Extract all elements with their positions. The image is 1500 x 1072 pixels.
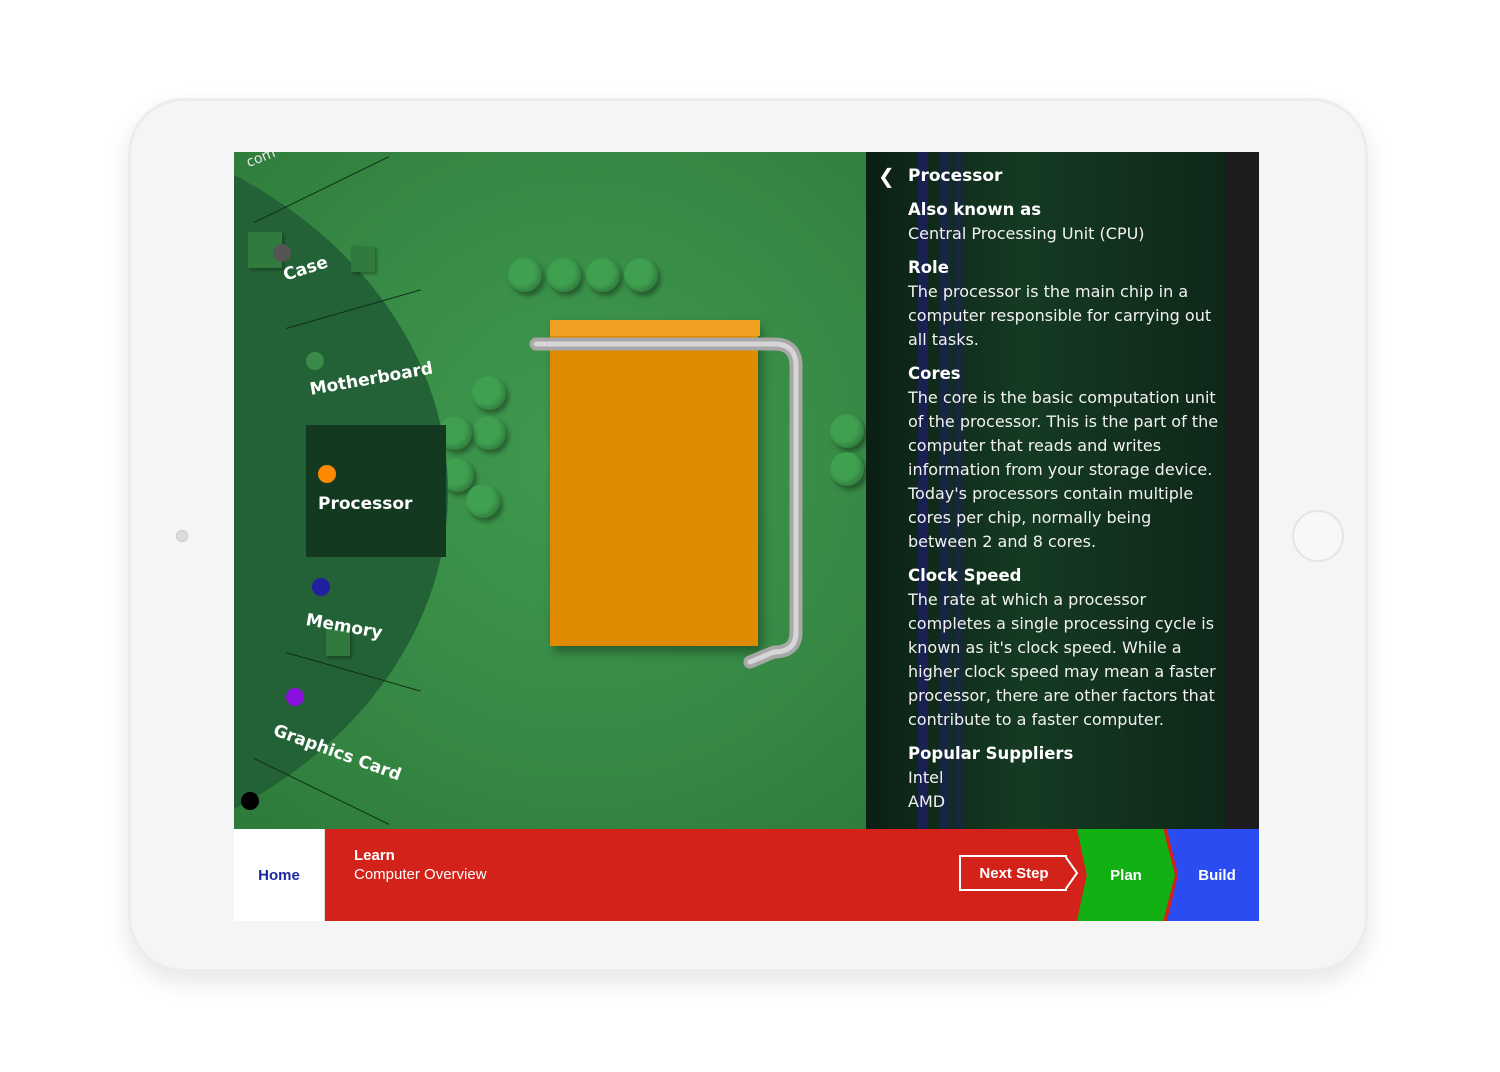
memory-dot-icon — [312, 578, 330, 596]
section-heading: Clock Speed — [908, 566, 1022, 585]
panel-section: Also known as Central Processing Unit (C… — [908, 198, 1224, 814]
section-heading: Also known as — [908, 200, 1042, 219]
cpu-retention-lever — [529, 337, 803, 669]
capacitor — [547, 258, 581, 292]
processor-dot-icon — [318, 465, 336, 483]
panel-header: ❮ Processor — [878, 164, 1224, 188]
build-step-button[interactable]: Build — [1167, 829, 1259, 921]
wheel-segment-selected[interactable] — [306, 425, 446, 557]
breadcrumb: Learn Computer Overview — [354, 847, 487, 883]
panel-content: ❮ Processor Also known as Central Proces… — [878, 164, 1224, 824]
wheel-partial-label: com — [244, 152, 278, 172]
tablet-home-button[interactable] — [1292, 510, 1344, 562]
section-body: The processor is the main chip in a comp… — [908, 282, 1212, 349]
capacitor — [830, 452, 864, 486]
motherboard-dot-icon — [306, 352, 324, 370]
capacitor — [508, 258, 542, 292]
motherboard-view: com Case Motherboard Processor Memory Gr… — [234, 152, 866, 829]
section-heading: Cores — [908, 364, 961, 383]
section-heading: Role — [908, 258, 949, 277]
next-item-dot-icon — [241, 792, 259, 810]
home-button[interactable]: Home — [234, 829, 325, 921]
supplier-item: AMD — [908, 792, 946, 811]
capacitor — [466, 484, 500, 518]
supplier-item: Intel — [908, 768, 944, 787]
capacitor — [586, 258, 620, 292]
capacitor — [624, 258, 658, 292]
chevron-left-icon[interactable]: ❮ — [878, 164, 908, 188]
capacitor — [472, 416, 506, 450]
wheel-divider — [253, 156, 390, 223]
app-screen: com Case Motherboard Processor Memory Gr… — [234, 152, 1259, 921]
bottom-nav-bar: Home Learn Computer Overview Next Step P… — [234, 829, 1259, 921]
next-step-button[interactable]: Next Step — [959, 855, 1067, 891]
section-heading: Popular Suppliers — [908, 744, 1074, 763]
panel-title: Processor — [908, 166, 1003, 186]
graphics-card-dot-icon — [286, 688, 304, 706]
panel-edge — [1226, 152, 1259, 829]
capacitor — [830, 414, 864, 448]
section-body: The rate at which a processor completes … — [908, 590, 1216, 729]
section-body: Central Processing Unit (CPU) — [908, 224, 1145, 243]
capacitor — [472, 376, 506, 410]
board-component — [351, 246, 375, 272]
section-body: The core is the basic computation unit o… — [908, 388, 1219, 551]
next-step-arrow-icon — [1065, 855, 1079, 891]
breadcrumb-section: Learn — [354, 847, 395, 864]
camera-icon — [176, 530, 188, 542]
wheel-item-processor[interactable]: Processor — [318, 494, 412, 514]
plan-step-button[interactable]: Plan — [1077, 829, 1175, 921]
info-panel: ❮ Processor Also known as Central Proces… — [866, 152, 1259, 829]
breadcrumb-page: Computer Overview — [354, 866, 487, 883]
case-dot-icon — [273, 244, 291, 262]
